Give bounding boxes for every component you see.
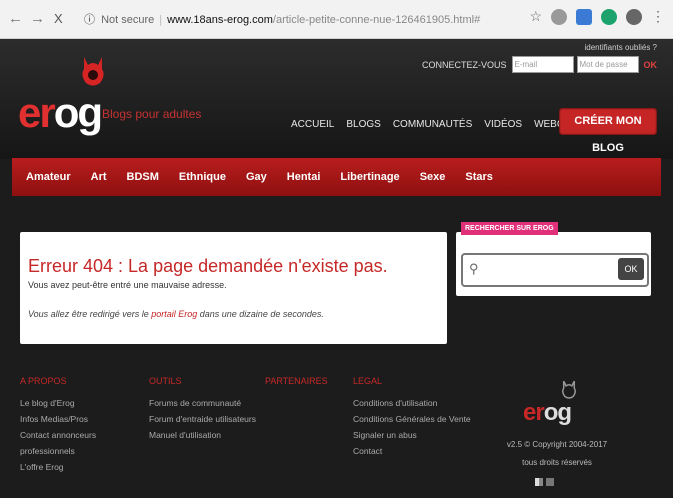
search-input[interactable]: ⚲ OK	[461, 253, 649, 287]
nav-communautes[interactable]: COMMUNAUTÉS	[393, 119, 472, 130]
footer-link[interactable]: Manuel d'utilisation	[149, 427, 256, 443]
erog-logo[interactable]: erog	[18, 89, 103, 137]
footer-logo: erog	[523, 399, 572, 426]
url-path: /article-petite-conne-nue-126461905.html…	[272, 14, 481, 26]
footer-tools-title: OUTILS	[149, 376, 182, 386]
footer-link[interactable]: Contact annonceurs	[20, 427, 96, 443]
extension-doc-icon[interactable]	[576, 8, 592, 25]
footer-link[interactable]: L'offre Erog	[20, 459, 96, 475]
footer-tools: OUTILS Forums de communauté Forum d'entr…	[149, 376, 256, 443]
footer-link[interactable]: Le blog d'Erog	[20, 395, 96, 411]
tagline: Blogs pour adultes	[102, 107, 202, 121]
footer-partners-title: PARTENAIRES	[265, 376, 328, 386]
password-input[interactable]: Mot de passe	[576, 56, 639, 73]
footer-link[interactable]: Forum d'entraide utilisateurs	[149, 411, 256, 427]
footer-legal: LEGAL Conditions d'utilisation Condition…	[353, 376, 471, 459]
address-bar[interactable]: ⓘ Not secure | www.18ans-erog.com/article-…	[84, 11, 480, 27]
portal-link[interactable]: portail Erog	[151, 309, 197, 319]
menu-dots-icon[interactable]: ⋮	[651, 8, 665, 25]
footer-link[interactable]: Signaler un abus	[353, 427, 471, 443]
category-hentai[interactable]: Hentai	[287, 158, 321, 196]
nav-blogs[interactable]: BLOGS	[346, 119, 380, 130]
footer-link[interactable]: Forums de communauté	[149, 395, 256, 411]
nav-accueil[interactable]: ACCUEIL	[291, 119, 334, 130]
redirect-message: Vous allez être redirigé vers le portail…	[28, 309, 324, 319]
security-label: Not secure	[101, 14, 155, 26]
category-bar: Amateur Art BDSM Ethnique Gay Hentai Lib…	[12, 158, 661, 196]
email-input[interactable]: E-mail	[511, 56, 574, 73]
footer-about: A PROPOS Le blog d'Erog Infos Medias/Pro…	[20, 376, 96, 475]
footer-link[interactable]: Conditions d'utilisation	[353, 395, 471, 411]
account-icon[interactable]	[626, 8, 642, 25]
forward-icon[interactable]: →	[30, 10, 45, 27]
forgot-credentials-link[interactable]: identifiants oubliés ?	[422, 43, 658, 52]
stop-icon[interactable]: X	[54, 11, 63, 26]
top-nav: ACCUEIL BLOGS COMMUNAUTÉS VIDÉOS WEBCAMS	[291, 119, 586, 130]
footer-link[interactable]: Conditions Générales de Vente	[353, 411, 471, 427]
error-panel: Erreur 404 : La page demandée n'existe p…	[20, 232, 447, 344]
error-subtitle: Vous avez peut-être entré une mauvaise a…	[28, 280, 227, 290]
footer-devil-icon	[562, 380, 576, 399]
create-blog-button[interactable]: CRÉER MON BLOG	[559, 108, 657, 154]
browser-chrome: ← → X ⓘ Not secure | www.18ans-erog.com/ar…	[0, 0, 673, 39]
login-ok-button[interactable]: OK	[644, 60, 658, 70]
flag-icon[interactable]	[535, 478, 543, 486]
footer-link[interactable]: professionnels	[20, 443, 96, 459]
category-stars[interactable]: Stars	[465, 158, 493, 196]
devil-logo-icon	[82, 57, 104, 86]
login-form: identifiants oubliés ? CONNECTEZ-VOUS E-…	[422, 43, 657, 73]
site-header: erog Blogs pour adultes identifiants oub…	[0, 39, 673, 159]
category-gay[interactable]: Gay	[246, 158, 267, 196]
footer-legal-title: LEGAL	[353, 376, 383, 386]
error-title: Erreur 404 : La page demandée n'existe p…	[28, 256, 388, 276]
category-ethnique[interactable]: Ethnique	[179, 158, 226, 196]
site-footer: A PROPOS Le blog d'Erog Infos Medias/Pro…	[0, 368, 673, 498]
category-amateur[interactable]: Amateur	[26, 158, 71, 196]
bookmark-star-icon[interactable]: ☆	[529, 8, 542, 25]
category-libertinage[interactable]: Libertinage	[340, 158, 399, 196]
category-bdsm[interactable]: BDSM	[127, 158, 159, 196]
category-sexe[interactable]: Sexe	[420, 158, 446, 196]
language-flags	[535, 478, 554, 486]
footer-link[interactable]: Infos Medias/Pros	[20, 411, 96, 427]
copyright: v2.5 © Copyright 2004-2017 tous droits r…	[506, 440, 608, 467]
nav-videos[interactable]: VIDÉOS	[484, 119, 522, 130]
info-icon[interactable]: ⓘ	[84, 14, 95, 26]
search-panel: RECHERCHER SUR EROG ⚲ OK	[456, 222, 651, 296]
footer-link[interactable]: Contact	[353, 443, 471, 459]
search-ok-button[interactable]: OK	[618, 258, 644, 280]
extension-globe-icon[interactable]	[551, 8, 567, 25]
search-icon: ⚲	[469, 261, 479, 276]
back-icon[interactable]: ←	[8, 10, 23, 27]
connect-label: CONNECTEZ-VOUS	[421, 59, 507, 70]
category-art[interactable]: Art	[91, 158, 107, 196]
url-host: www.18ans-erog.com	[167, 14, 273, 26]
footer-partners: PARTENAIRES	[265, 376, 328, 395]
search-tag: RECHERCHER SUR EROG	[461, 222, 558, 235]
flag-icon[interactable]	[546, 478, 554, 486]
footer-about-title: A PROPOS	[20, 376, 67, 386]
grammarly-icon[interactable]	[601, 8, 617, 25]
